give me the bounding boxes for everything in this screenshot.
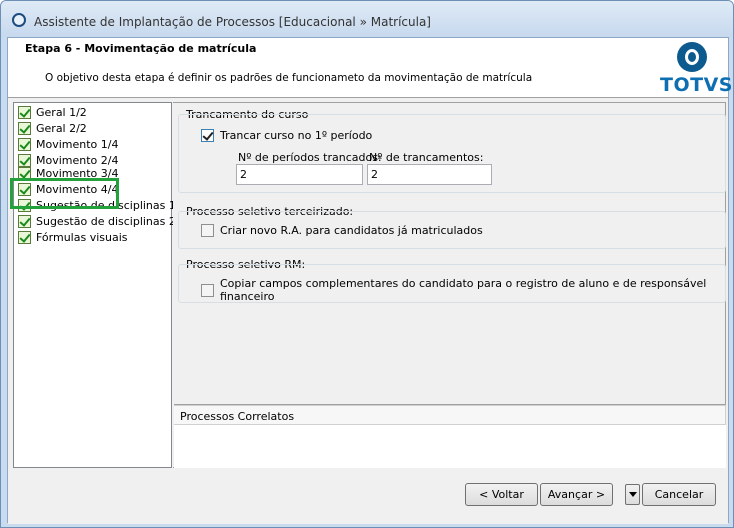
completed-check-icon — [18, 121, 31, 135]
totvs-globe-icon — [677, 42, 707, 72]
copiar-campos-checkbox[interactable]: Copiar campos complementares do candidat… — [201, 277, 725, 303]
totvs-logo: TOTVS — [656, 42, 732, 96]
cancel-button[interactable]: Cancelar — [642, 483, 716, 506]
checkbox-checked-icon — [201, 129, 214, 142]
tree-item-formulas[interactable]: Fórmulas visuais — [18, 229, 128, 245]
copiar-campos-label: Copiar campos complementares do candidat… — [220, 277, 707, 303]
back-button[interactable]: < Voltar — [465, 483, 538, 506]
app-icon — [12, 13, 26, 27]
tree-item-geral-1[interactable]: Geral 1/2 — [18, 104, 87, 120]
wizard-footer: < Voltar Avançar > Cancelar — [8, 470, 728, 524]
wizard-client-area: Etapa 6 - Movimentação de matrícula O ob… — [7, 37, 732, 524]
periodos-trancados-label: Nº de períodos trancados: — [238, 151, 382, 164]
processos-correlatos-header: Processos Correlatos — [174, 405, 726, 425]
tree-item-label: Sugestão de disciplinas 2/2 — [36, 214, 187, 228]
completed-check-icon — [18, 137, 31, 151]
title-bar[interactable]: Assistente de Implantação de Processos [… — [1, 1, 733, 37]
totvs-logo-text: TOTVS — [660, 74, 733, 96]
step-title: Etapa 6 - Movimentação de matrícula — [25, 42, 257, 55]
tree-item-label: Geral 1/2 — [36, 105, 87, 119]
checkbox-unchecked-icon — [201, 224, 214, 237]
current-step-highlight — [10, 178, 119, 209]
checkbox-unchecked-icon — [201, 283, 214, 297]
window-title: Assistente de Implantação de Processos [… — [34, 15, 431, 29]
dropdown-arrow-icon[interactable] — [625, 484, 640, 505]
wizard-header: Etapa 6 - Movimentação de matrícula O ob… — [8, 38, 732, 98]
trancar-curso-label: Trancar curso no 1º período — [220, 129, 373, 142]
processos-correlatos-panel: Processos Correlatos — [174, 404, 726, 468]
tree-item-geral-2[interactable]: Geral 2/2 — [18, 120, 87, 136]
completed-check-icon — [18, 230, 31, 244]
step-description: O objetivo desta etapa é definir os padr… — [45, 72, 533, 84]
tree-item-label: Fórmulas visuais — [36, 230, 128, 244]
tree-item-sugestao-2[interactable]: Sugestão de disciplinas 2/2 — [18, 213, 187, 229]
trancar-curso-checkbox[interactable]: Trancar curso no 1º período — [201, 129, 372, 142]
tree-item-movimento-1[interactable]: Movimento 1/4 — [18, 136, 118, 152]
step-tree: Geral 1/2 Geral 2/2 Movimento 1/4 Movime… — [13, 102, 187, 468]
tree-item-label: Movimento 1/4 — [36, 137, 119, 151]
next-button[interactable]: Avançar > — [540, 483, 613, 506]
numero-trancamentos-input[interactable] — [367, 164, 492, 185]
completed-check-icon — [18, 214, 31, 228]
completed-check-icon — [18, 105, 31, 119]
numero-trancamentos-label: Nº de trancamentos: — [369, 151, 484, 164]
criar-ra-label: Criar novo R.A. para candidatos já matri… — [220, 224, 483, 237]
criar-ra-checkbox[interactable]: Criar novo R.A. para candidatos já matri… — [201, 224, 483, 237]
tree-item-label: Geral 2/2 — [36, 121, 87, 135]
wizard-window: Assistente de Implantação de Processos [… — [0, 0, 734, 528]
periodos-trancados-input[interactable] — [236, 164, 363, 185]
